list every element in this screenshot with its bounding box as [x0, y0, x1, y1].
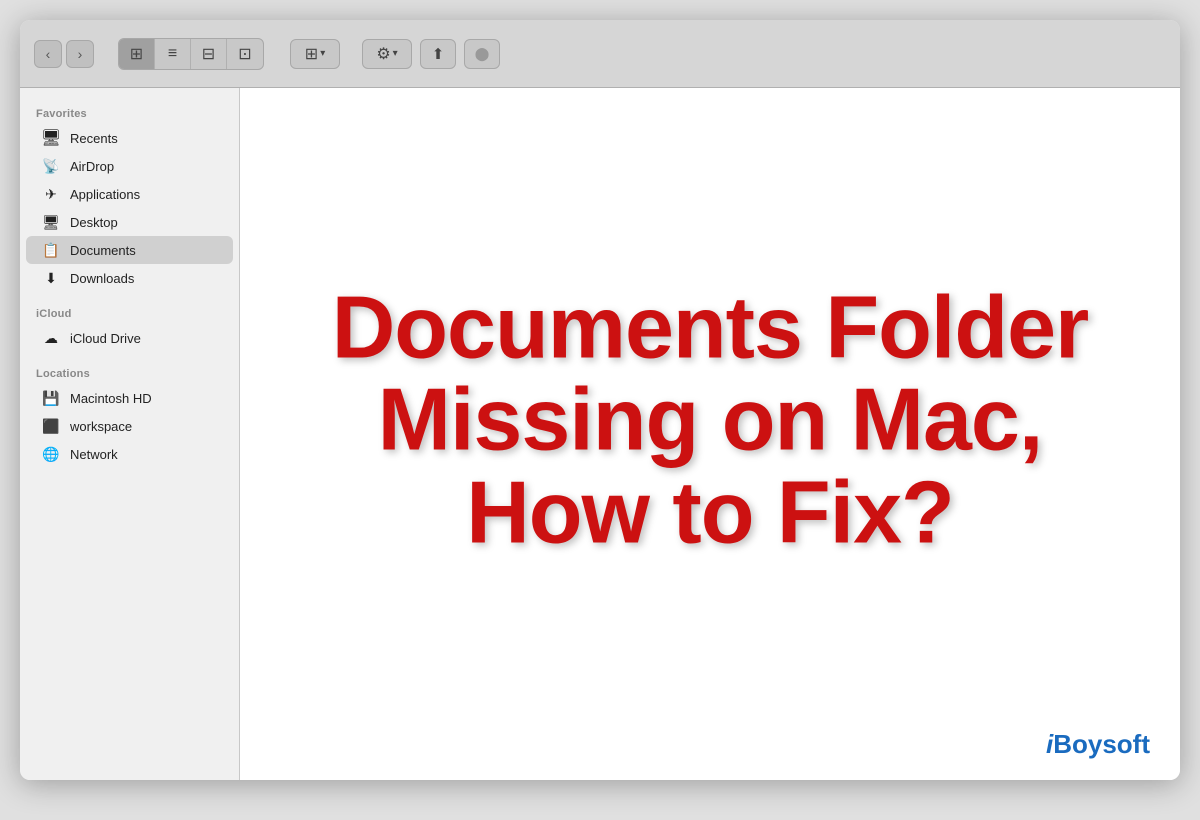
view-list-button[interactable]: ≡ — [155, 39, 191, 69]
columns-icon: ⊟ — [202, 44, 215, 64]
overlay-text-block: Documents Folder Missing on Mac, How to … — [287, 282, 1133, 559]
desktop-label: Desktop — [70, 215, 118, 230]
icloud-icon: ☁ — [42, 329, 60, 347]
sidebar-item-icloud-drive[interactable]: ☁ iCloud Drive — [26, 324, 233, 352]
airdrop-icon: 📡 — [42, 157, 60, 175]
overlay-line3: How to Fix? — [466, 462, 954, 561]
settings-arrow-icon: ▾ — [393, 48, 398, 59]
recents-label: Recents — [70, 131, 118, 146]
view-options-dropdown[interactable]: ⊞ ▾ — [290, 39, 340, 69]
list-icon: ≡ — [168, 45, 177, 63]
nav-buttons: ‹ › — [34, 40, 94, 68]
documents-icon: 📋 — [42, 241, 60, 259]
network-icon: 🌐 — [42, 445, 60, 463]
view-icons-button[interactable]: ⊞ — [119, 39, 155, 69]
macintosh-hd-label: Macintosh HD — [70, 391, 152, 406]
tag-button[interactable]: ⬤ — [464, 39, 500, 69]
finder-window: ‹ › ⊞ ≡ ⊟ ⊡ ⊞ ▾ ⚙ — [20, 20, 1180, 780]
content-area: Documents Folder Missing on Mac, How to … — [240, 88, 1180, 780]
documents-label: Documents — [70, 243, 136, 258]
sidebar-item-network[interactable]: 🌐 Network — [26, 440, 233, 468]
downloads-icon: ⬇ — [42, 269, 60, 287]
settings-dropdown[interactable]: ⚙ ▾ — [362, 39, 412, 69]
view-columns-button[interactable]: ⊟ — [191, 39, 227, 69]
gallery-icon: ⊡ — [238, 44, 251, 64]
sidebar-item-workspace[interactable]: ⬛ workspace — [26, 412, 233, 440]
view-toggle-group: ⊞ ≡ ⊟ ⊡ — [118, 38, 264, 70]
gear-icon: ⚙ — [376, 44, 390, 64]
dropdown-arrow-icon: ▾ — [320, 48, 325, 59]
sidebar-item-macintosh-hd[interactable]: 💾 Macintosh HD — [26, 384, 233, 412]
desktop-icon: 🖥 — [42, 213, 60, 231]
workspace-label: workspace — [70, 419, 132, 434]
sidebar-item-recents[interactable]: 🖥 Recents — [26, 124, 233, 152]
overlay-title: Documents Folder Missing on Mac, How to … — [287, 282, 1133, 559]
applications-icon: ✈ — [42, 185, 60, 203]
forward-icon: › — [78, 46, 83, 62]
workspace-icon: ⬛ — [42, 417, 60, 435]
icloud-drive-label: iCloud Drive — [70, 331, 141, 346]
back-icon: ‹ — [46, 46, 51, 62]
recents-icon: 🖥 — [42, 129, 60, 147]
brand-watermark: iBoysoft — [1046, 729, 1150, 760]
sidebar-item-applications[interactable]: ✈ Applications — [26, 180, 233, 208]
main-area: Favorites 🖥 Recents 📡 AirDrop ✈ Applicat… — [20, 88, 1180, 780]
back-button[interactable]: ‹ — [34, 40, 62, 68]
share-button[interactable]: ⬆ — [420, 39, 456, 69]
favorites-section-label: Favorites — [20, 100, 239, 124]
locations-section-label: Locations — [20, 360, 239, 384]
overlay-line2: Missing on Mac, — [378, 370, 1043, 469]
applications-label: Applications — [70, 187, 140, 202]
forward-button[interactable]: › — [66, 40, 94, 68]
airdrop-label: AirDrop — [70, 159, 114, 174]
downloads-label: Downloads — [70, 271, 134, 286]
view-gallery-button[interactable]: ⊡ — [227, 39, 263, 69]
tag-icon: ⬤ — [475, 46, 490, 62]
toolbar: ‹ › ⊞ ≡ ⊟ ⊡ ⊞ ▾ ⚙ — [20, 20, 1180, 88]
overlay-line1: Documents Folder — [332, 278, 1089, 377]
sidebar: Favorites 🖥 Recents 📡 AirDrop ✈ Applicat… — [20, 88, 240, 780]
icloud-section-label: iCloud — [20, 300, 239, 324]
sidebar-item-airdrop[interactable]: 📡 AirDrop — [26, 152, 233, 180]
sidebar-item-desktop[interactable]: 🖥 Desktop — [26, 208, 233, 236]
share-icon: ⬆ — [432, 45, 445, 63]
grid-icon: ⊞ — [130, 44, 143, 64]
sidebar-item-downloads[interactable]: ⬇ Downloads — [26, 264, 233, 292]
sidebar-item-documents[interactable]: 📋 Documents — [26, 236, 233, 264]
network-label: Network — [70, 447, 118, 462]
grid-small-icon: ⊞ — [305, 44, 318, 64]
macintosh-hd-icon: 💾 — [42, 389, 60, 407]
